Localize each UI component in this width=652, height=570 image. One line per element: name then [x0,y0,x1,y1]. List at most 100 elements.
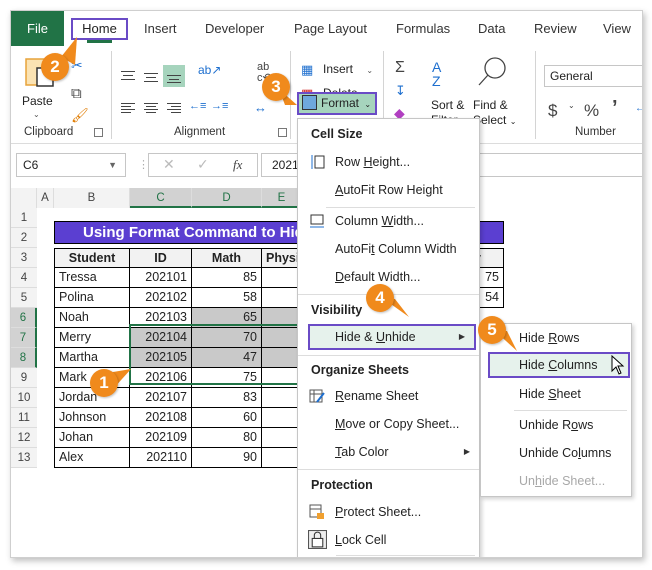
table-header-cell[interactable]: Student [54,248,130,268]
submenu-item-unhide-rows[interactable]: Unhide Rows [481,412,631,438]
comma-style-icon[interactable]: ’ [612,98,618,118]
table-cell[interactable]: 58 [192,288,262,308]
table-cell[interactable]: 47 [192,348,262,368]
name-box[interactable]: C6 ▼ [16,153,126,177]
column-header-c[interactable]: C [130,188,192,208]
table-cell[interactable]: 83 [192,388,262,408]
submenu-item-unhide-columns[interactable]: Unhide Columns [481,440,631,466]
table-cell[interactable]: 75 [192,368,262,388]
row-header[interactable]: 13 [11,448,37,468]
table-cell[interactable] [262,308,302,328]
table-cell[interactable]: Polina [54,288,130,308]
dropdown-icon[interactable]: ⌄ [568,102,575,110]
tab-data[interactable]: Data [478,11,505,46]
tab-insert[interactable]: Insert [144,11,177,46]
row-header[interactable]: 1 [11,208,37,228]
merge-center-icon[interactable]: ↔ [254,101,267,114]
sort-filter-icon[interactable]: AZ [432,60,441,88]
row-header[interactable]: 6 [11,308,37,328]
table-cell[interactable]: 202102 [130,288,192,308]
increase-decimal-icon[interactable]: ← [635,104,642,114]
column-header-a[interactable]: A [37,188,54,208]
table-cell[interactable]: 90 [192,448,262,468]
table-cell[interactable] [262,388,302,408]
copy-icon[interactable]: ⧉ [71,86,82,101]
search-icon[interactable] [476,56,508,88]
align-bottom-button[interactable] [163,65,185,87]
autosum-icon[interactable]: Σ [395,60,405,76]
align-center-icon[interactable] [144,103,158,115]
menu-item-autofit-column-width[interactable]: AutoFit Column Width [298,236,479,262]
table-header-cell[interactable]: Physics [262,248,302,268]
submenu-item-hide-sheet[interactable]: Hide Sheet [481,381,631,407]
row-header[interactable]: 8 [11,348,37,368]
table-cell[interactable]: 85 [192,268,262,288]
table-cell[interactable]: Johan [54,428,130,448]
menu-item-column-width[interactable]: Column Width... [298,208,479,234]
row-header[interactable]: 7 [11,328,37,348]
table-cell[interactable] [262,348,302,368]
table-cell[interactable] [262,428,302,448]
tab-developer[interactable]: Developer [205,11,264,46]
menu-item-protect-sheet[interactable]: Protect Sheet... [298,499,479,525]
table-cell[interactable] [262,408,302,428]
insert-function-icon[interactable]: fx [233,157,242,173]
table-cell[interactable] [262,268,302,288]
column-header-b[interactable]: B [54,188,130,208]
row-header[interactable]: 12 [11,428,37,448]
table-cell[interactable]: Johnson [54,408,130,428]
menu-item-rename-sheet[interactable]: Rename Sheet [298,383,479,409]
table-cell[interactable]: 60 [192,408,262,428]
table-cell[interactable]: 202109 [130,428,192,448]
table-header-cell[interactable]: ID [130,248,192,268]
table-cell[interactable] [262,288,302,308]
table-cell[interactable]: 202101 [130,268,192,288]
percent-icon[interactable]: % [584,102,599,119]
tab-formulas[interactable]: Formulas [396,11,450,46]
enter-icon[interactable]: ✓ [197,156,209,173]
chevron-down-icon[interactable]: ▼ [108,154,117,176]
table-cell[interactable]: 202110 [130,448,192,468]
select-all-corner[interactable] [11,188,37,208]
table-cell[interactable]: 70 [192,328,262,348]
table-cell[interactable]: 202104 [130,328,192,348]
number-format-select[interactable]: General [544,65,642,87]
menu-item-row-height[interactable]: Row Height... [298,149,479,175]
row-header[interactable]: 3 [11,248,37,268]
row-header[interactable]: 11 [11,408,37,428]
increase-indent-icon[interactable]: →≡ [211,101,228,112]
column-header-d[interactable]: D [192,188,262,208]
table-cell[interactable]: Alex [54,448,130,468]
align-middle-icon[interactable] [144,71,158,83]
table-cell[interactable]: 65 [192,308,262,328]
menu-item-move-copy-sheet[interactable]: Move or Copy Sheet... [298,411,479,437]
row-header[interactable]: 9 [11,368,37,388]
table-cell[interactable] [262,328,302,348]
table-cell[interactable] [262,368,302,388]
alignment-launcher-icon[interactable] [278,128,287,137]
table-cell[interactable]: 80 [192,428,262,448]
decrease-indent-icon[interactable]: ←≡ [189,101,206,112]
menu-item-autofit-row-height[interactable]: AutoFit Row Height [298,177,479,203]
currency-icon[interactable]: $ [548,102,557,119]
row-header[interactable]: 10 [11,388,37,408]
clipboard-launcher-icon[interactable] [94,128,103,137]
table-cell[interactable]: 202108 [130,408,192,428]
column-header-e[interactable]: E [262,188,302,208]
orientation-icon[interactable]: ab↗ [198,64,221,76]
row-header[interactable]: 4 [11,268,37,288]
menu-item-lock-cell[interactable]: Lock Cell [298,527,479,553]
table-cell[interactable] [262,448,302,468]
tab-view[interactable]: View [603,11,631,46]
tab-page-layout[interactable]: Page Layout [294,11,367,46]
format-painter-icon[interactable]: 🖌 [71,108,89,122]
row-header[interactable]: 5 [11,288,37,308]
table-header-cell[interactable]: Math [192,248,262,268]
table-cell[interactable]: Noah [54,308,130,328]
cancel-icon[interactable]: ✕ [163,156,175,173]
menu-item-tab-color[interactable]: Tab Color ▶ [298,439,479,465]
tab-review[interactable]: Review [534,11,577,46]
table-cell[interactable]: Merry [54,328,130,348]
align-left-icon[interactable] [121,103,135,115]
row-header[interactable]: 2 [11,228,37,248]
